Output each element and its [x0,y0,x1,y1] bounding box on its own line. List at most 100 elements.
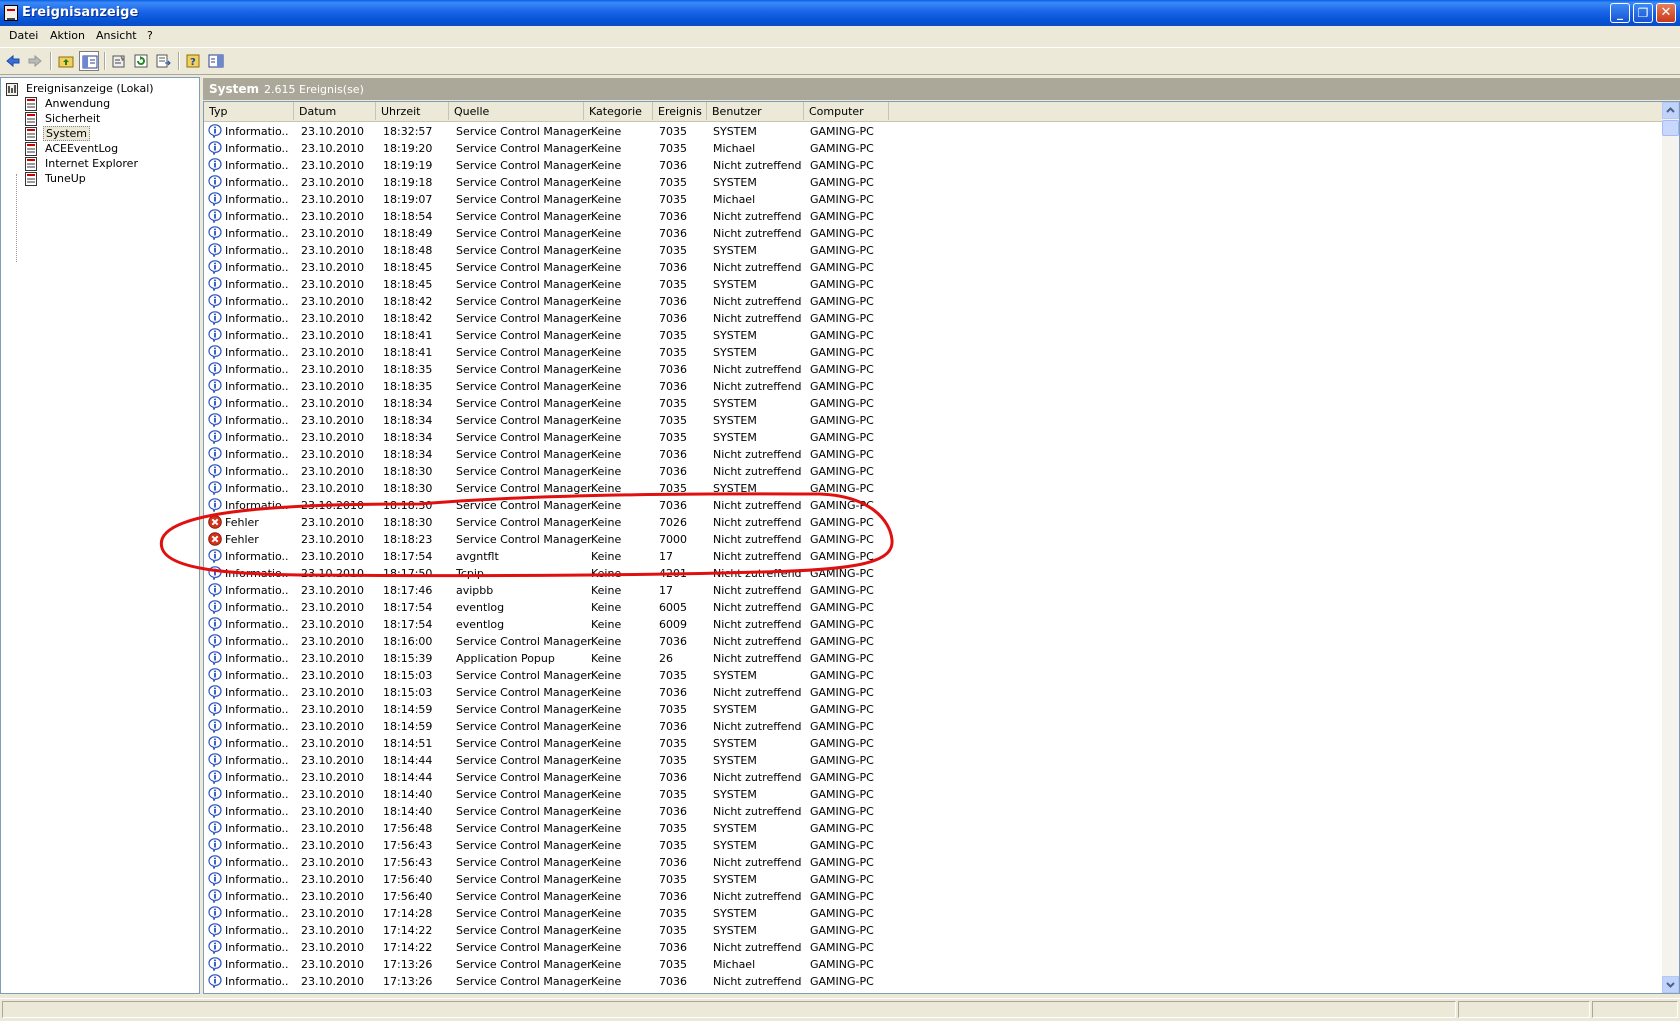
computer-cell: GAMING-PC [810,261,874,274]
table-row[interactable]: Informatio... 23.10.2010 18:18:45 Service C… [204,276,1664,293]
table-row[interactable]: Informatio... 23.10.2010 17:56:48 Service C… [204,820,1664,837]
table-row[interactable]: Informatio... 23.10.2010 18:18:30 Service C… [204,497,1664,514]
event-id-cell: 7036 [659,380,687,393]
category-cell: Keine [591,805,622,818]
table-row[interactable]: Informatio... 23.10.2010 18:18:30 Service C… [204,463,1664,480]
menu-ansicht[interactable]: Ansicht [96,29,137,42]
table-row[interactable]: Informatio... 23.10.2010 18:18:45 Service C… [204,259,1664,276]
column-header-datum[interactable]: Datum [294,102,376,120]
table-row[interactable]: Informatio... 23.10.2010 18:18:49 Service C… [204,225,1664,242]
properties-button[interactable] [109,51,129,71]
table-row[interactable]: Informatio... 23.10.2010 18:17:54 eventlog K… [204,599,1664,616]
forward-button[interactable] [25,51,45,71]
log-icon [25,157,37,171]
type-cell: Informatio... [225,958,288,971]
column-header-quelle[interactable]: Quelle [449,102,584,120]
table-row[interactable]: Informatio... 23.10.2010 18:14:40 Service C… [204,786,1664,803]
table-row[interactable]: Informatio... 23.10.2010 18:18:34 Service C… [204,446,1664,463]
column-header-ereignis[interactable]: Ereignis [653,102,707,120]
minimize-button[interactable]: _ [1610,3,1630,23]
table-row[interactable]: Informatio... 23.10.2010 18:18:30 Service C… [204,480,1664,497]
time-cell: 18:15:39 [383,652,433,665]
table-row[interactable]: Informatio... 23.10.2010 18:19:20 Service C… [204,140,1664,157]
table-row[interactable]: Fehler 23.10.2010 18:18:30 Service Control … [204,514,1664,531]
table-row[interactable]: Informatio... 23.10.2010 18:18:41 Service C… [204,344,1664,361]
table-row[interactable]: Informatio... 23.10.2010 18:19:18 Service C… [204,174,1664,191]
table-row[interactable]: Informatio... 23.10.2010 18:14:44 Service C… [204,769,1664,786]
table-row[interactable]: Informatio... 23.10.2010 18:15:03 Service C… [204,684,1664,701]
table-row[interactable]: Informatio... 23.10.2010 18:15:03 Service C… [204,667,1664,684]
category-cell: Keine [591,550,622,563]
table-row[interactable]: Informatio... 23.10.2010 17:13:26 Service C… [204,956,1664,973]
table-row[interactable]: Informatio... 23.10.2010 18:14:44 Service C… [204,752,1664,769]
table-row[interactable]: Informatio... 23.10.2010 18:32:57 Service C… [204,123,1664,140]
maximize-button[interactable]: ❐ [1633,3,1653,23]
column-header-benutzer[interactable]: Benutzer [707,102,804,120]
source-cell: Service Control Manager [456,346,592,359]
column-header-typ[interactable]: Typ [204,102,294,120]
menu-datei[interactable]: Datei [9,29,38,42]
table-row[interactable]: Informatio... 23.10.2010 17:14:22 Service C… [204,939,1664,956]
refresh-button[interactable] [131,51,151,71]
close-button[interactable]: ✕ [1656,3,1676,23]
date-cell: 23.10.2010 [301,703,364,716]
table-row[interactable]: Informatio... 23.10.2010 18:18:42 Service C… [204,293,1664,310]
event-list[interactable]: Typ Datum Uhrzeit Quelle Kategorie Ereig… [203,101,1680,994]
table-row[interactable]: Informatio... 23.10.2010 17:56:40 Service C… [204,871,1664,888]
source-cell: Service Control Manager [456,465,592,478]
table-row[interactable]: Informatio... 23.10.2010 18:14:59 Service C… [204,718,1664,735]
column-header-computer[interactable]: Computer [804,102,889,120]
time-cell: 18:18:30 [383,499,433,512]
table-row[interactable]: Fehler 23.10.2010 18:18:23 Service Control … [204,531,1664,548]
menu-help[interactable]: ? [147,29,153,42]
table-row[interactable]: Informatio... 23.10.2010 17:56:40 Service C… [204,888,1664,905]
table-row[interactable]: Informatio... 23.10.2010 18:18:34 Service C… [204,412,1664,429]
table-row[interactable]: Informatio... 23.10.2010 17:56:43 Service C… [204,837,1664,854]
show-tree-button[interactable] [79,51,99,71]
table-row[interactable]: Informatio... 23.10.2010 18:18:48 Service C… [204,242,1664,259]
information-icon [208,821,222,835]
table-row[interactable]: Informatio... 23.10.2010 18:19:07 Service C… [204,191,1664,208]
back-button[interactable] [3,51,23,71]
help-button[interactable]: ? [184,51,204,71]
table-row[interactable]: Informatio... 23.10.2010 17:14:22 Service C… [204,922,1664,939]
table-row[interactable]: Informatio... 23.10.2010 17:56:43 Service C… [204,854,1664,871]
table-row[interactable]: Informatio... 23.10.2010 18:16:00 Service C… [204,633,1664,650]
table-row[interactable]: Informatio... 23.10.2010 18:18:35 Service C… [204,378,1664,395]
scroll-thumb[interactable] [1662,120,1679,136]
table-row[interactable]: Informatio... 23.10.2010 18:14:51 Service C… [204,735,1664,752]
export-list-button[interactable] [153,51,173,71]
table-row[interactable]: Informatio... 23.10.2010 18:14:59 Service C… [204,701,1664,718]
table-row[interactable]: Informatio... 23.10.2010 18:18:42 Service C… [204,310,1664,327]
time-cell: 17:56:43 [383,839,433,852]
user-cell: SYSTEM [713,346,757,359]
up-folder-button[interactable] [56,51,76,71]
table-row[interactable]: Informatio... 23.10.2010 18:19:19 Service C… [204,157,1664,174]
event-viewer-icon[interactable] [4,5,18,21]
time-cell: 18:18:34 [383,448,433,461]
table-row[interactable]: Informatio... 23.10.2010 17:14:28 Service C… [204,905,1664,922]
vertical-scrollbar[interactable] [1662,102,1679,993]
type-cell: Informatio... [225,261,288,274]
event-id-cell: 7036 [659,720,687,733]
table-row[interactable]: Informatio... 23.10.2010 18:18:34 Service C… [204,429,1664,446]
scroll-down-button[interactable] [1662,976,1679,993]
table-row[interactable]: Informatio... 23.10.2010 18:18:54 Service C… [204,208,1664,225]
date-cell: 23.10.2010 [301,805,364,818]
scroll-up-button[interactable] [1662,102,1679,119]
table-row[interactable]: Informatio... 23.10.2010 18:17:50 Tcpip Kein… [204,565,1664,582]
table-row[interactable]: Informatio... 23.10.2010 18:18:34 Service C… [204,395,1664,412]
table-row[interactable]: Informatio... 23.10.2010 18:17:46 avipbb Kei… [204,582,1664,599]
menu-aktion[interactable]: Aktion [50,29,85,42]
show-hide-action-pane-button[interactable] [206,51,226,71]
column-header-kategorie[interactable]: Kategorie [584,102,653,120]
table-row[interactable]: Informatio... 23.10.2010 18:17:54 avgntflt K… [204,548,1664,565]
table-row[interactable]: Informatio... 23.10.2010 18:18:41 Service C… [204,327,1664,344]
table-row[interactable]: Informatio... 23.10.2010 18:17:54 eventlog K… [204,616,1664,633]
table-row[interactable]: Informatio... 23.10.2010 18:18:35 Service C… [204,361,1664,378]
table-row[interactable]: Informatio... 23.10.2010 18:15:39 Applicati… [204,650,1664,667]
user-cell: Nicht zutreffend [713,856,802,869]
table-row[interactable]: Informatio... 23.10.2010 17:13:26 Service C… [204,973,1664,990]
table-row[interactable]: Informatio... 23.10.2010 18:14:40 Service C… [204,803,1664,820]
column-header-uhrzeit[interactable]: Uhrzeit [376,102,449,120]
